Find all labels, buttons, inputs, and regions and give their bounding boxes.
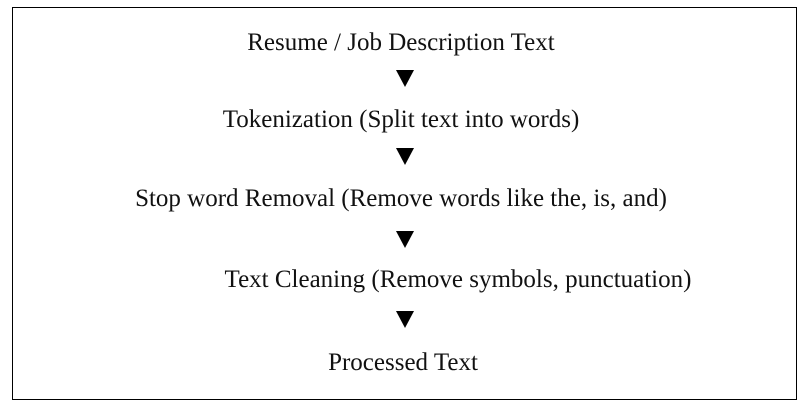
step-processed-text: Processed Text xyxy=(328,349,478,376)
step-resume-job-description-text: Resume / Job Description Text xyxy=(247,29,555,56)
down-arrow-icon xyxy=(396,231,414,248)
down-arrow-icon xyxy=(396,148,414,165)
step-tokenization: Tokenization (Split text into words) xyxy=(222,106,580,133)
step-text-cleaning: Text Cleaning (Remove symbols, punctuati… xyxy=(224,266,692,293)
down-arrow-icon xyxy=(396,311,414,328)
step-stop-word-removal: Stop word Removal (Remove words like the… xyxy=(135,185,667,212)
down-arrow-icon xyxy=(396,70,414,87)
diagram-frame: Resume / Job Description Text Tokenizati… xyxy=(12,7,797,400)
